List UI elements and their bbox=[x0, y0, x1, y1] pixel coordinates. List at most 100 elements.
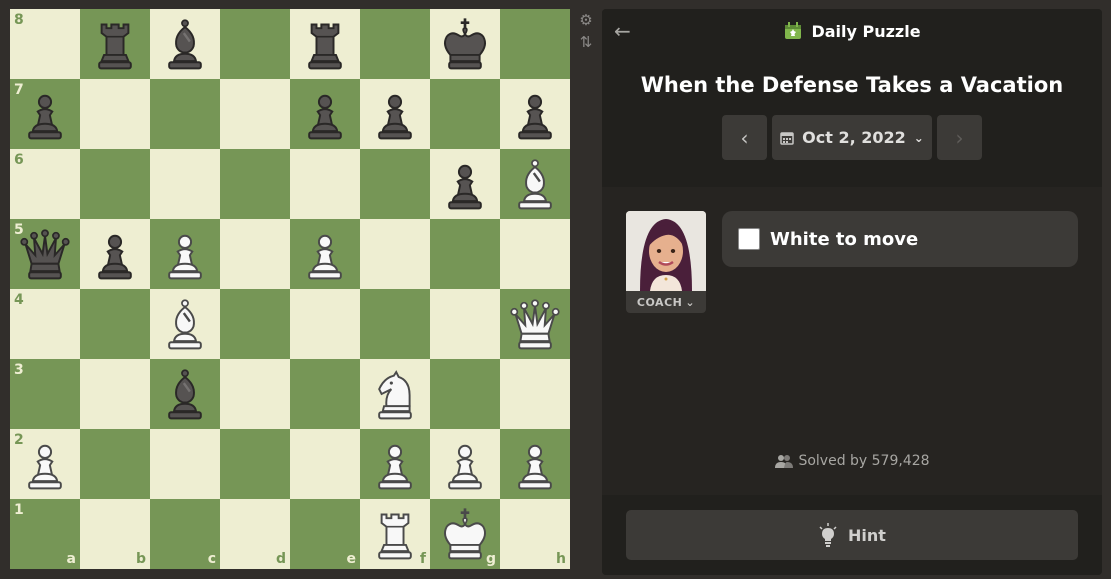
square-b6[interactable] bbox=[80, 149, 150, 219]
black-pawn-icon[interactable] bbox=[87, 226, 143, 282]
square-h5[interactable] bbox=[500, 219, 570, 289]
square-h8[interactable] bbox=[500, 9, 570, 79]
square-g8[interactable] bbox=[430, 9, 500, 79]
white-knight-icon[interactable] bbox=[367, 366, 423, 422]
white-pawn-icon[interactable] bbox=[507, 436, 563, 492]
square-a8[interactable]: 8 bbox=[10, 9, 80, 79]
white-queen-icon[interactable] bbox=[507, 296, 563, 352]
square-d6[interactable] bbox=[220, 149, 290, 219]
square-e2[interactable] bbox=[290, 429, 360, 499]
black-pawn-icon[interactable] bbox=[297, 86, 353, 142]
square-c3[interactable] bbox=[150, 359, 220, 429]
square-c6[interactable] bbox=[150, 149, 220, 219]
square-h6[interactable] bbox=[500, 149, 570, 219]
white-bishop-icon[interactable] bbox=[507, 156, 563, 212]
square-d4[interactable] bbox=[220, 289, 290, 359]
previous-puzzle-button[interactable]: ‹ bbox=[722, 115, 767, 160]
square-f2[interactable] bbox=[360, 429, 430, 499]
hint-button[interactable]: Hint bbox=[626, 510, 1078, 560]
square-g3[interactable] bbox=[430, 359, 500, 429]
square-d7[interactable] bbox=[220, 79, 290, 149]
black-pawn-icon[interactable] bbox=[437, 156, 493, 212]
square-h1[interactable]: h bbox=[500, 499, 570, 569]
white-bishop-icon[interactable] bbox=[157, 296, 213, 352]
square-e3[interactable] bbox=[290, 359, 360, 429]
white-pawn-icon[interactable] bbox=[17, 436, 73, 492]
square-b1[interactable]: b bbox=[80, 499, 150, 569]
white-pawn-icon[interactable] bbox=[157, 226, 213, 282]
square-h7[interactable] bbox=[500, 79, 570, 149]
square-b3[interactable] bbox=[80, 359, 150, 429]
square-f6[interactable] bbox=[360, 149, 430, 219]
square-e6[interactable] bbox=[290, 149, 360, 219]
square-g5[interactable] bbox=[430, 219, 500, 289]
square-e8[interactable] bbox=[290, 9, 360, 79]
white-pawn-icon[interactable] bbox=[367, 436, 423, 492]
square-a6[interactable]: 6 bbox=[10, 149, 80, 219]
square-g6[interactable] bbox=[430, 149, 500, 219]
square-f7[interactable] bbox=[360, 79, 430, 149]
square-c4[interactable] bbox=[150, 289, 220, 359]
square-b2[interactable] bbox=[80, 429, 150, 499]
black-bishop-icon[interactable] bbox=[157, 16, 213, 72]
next-puzzle-button[interactable]: › bbox=[937, 115, 982, 160]
square-b4[interactable] bbox=[80, 289, 150, 359]
settings-gear-icon[interactable]: ⚙ bbox=[578, 12, 594, 28]
black-pawn-icon[interactable] bbox=[367, 86, 423, 142]
square-d3[interactable] bbox=[220, 359, 290, 429]
white-rook-icon[interactable] bbox=[367, 506, 423, 562]
square-e7[interactable] bbox=[290, 79, 360, 149]
daily-puzzle-icon bbox=[785, 22, 802, 39]
square-f1[interactable]: f bbox=[360, 499, 430, 569]
date-picker-button[interactable]: Oct 2, 2022 ⌄ bbox=[772, 115, 932, 160]
square-h3[interactable] bbox=[500, 359, 570, 429]
square-g1[interactable]: g bbox=[430, 499, 500, 569]
square-f4[interactable] bbox=[360, 289, 430, 359]
coach-avatar[interactable] bbox=[626, 211, 706, 291]
black-bishop-icon[interactable] bbox=[157, 366, 213, 422]
white-pawn-icon[interactable] bbox=[297, 226, 353, 282]
square-e4[interactable] bbox=[290, 289, 360, 359]
square-d8[interactable] bbox=[220, 9, 290, 79]
square-g2[interactable] bbox=[430, 429, 500, 499]
square-a1[interactable]: 1a bbox=[10, 499, 80, 569]
square-d5[interactable] bbox=[220, 219, 290, 289]
square-d2[interactable] bbox=[220, 429, 290, 499]
chess-board[interactable]: 8 7 6 5 4 3 2 1 a b c d e f g h bbox=[10, 9, 570, 569]
square-e5[interactable] bbox=[290, 219, 360, 289]
square-e1[interactable]: e bbox=[290, 499, 360, 569]
square-b7[interactable] bbox=[80, 79, 150, 149]
flip-board-icon[interactable]: ⇅ bbox=[578, 34, 594, 50]
square-g4[interactable] bbox=[430, 289, 500, 359]
square-a2[interactable]: 2 bbox=[10, 429, 80, 499]
black-pawn-icon[interactable] bbox=[17, 86, 73, 142]
square-a7[interactable]: 7 bbox=[10, 79, 80, 149]
square-b8[interactable] bbox=[80, 9, 150, 79]
black-king-icon[interactable] bbox=[437, 16, 493, 72]
square-a5[interactable]: 5 bbox=[10, 219, 80, 289]
square-c8[interactable] bbox=[150, 9, 220, 79]
square-a3[interactable]: 3 bbox=[10, 359, 80, 429]
black-pawn-icon[interactable] bbox=[507, 86, 563, 142]
square-d1[interactable]: d bbox=[220, 499, 290, 569]
square-b5[interactable] bbox=[80, 219, 150, 289]
square-c1[interactable]: c bbox=[150, 499, 220, 569]
square-f8[interactable] bbox=[360, 9, 430, 79]
file-label: e bbox=[346, 551, 357, 567]
black-queen-icon[interactable] bbox=[17, 226, 73, 282]
square-h2[interactable] bbox=[500, 429, 570, 499]
square-c5[interactable] bbox=[150, 219, 220, 289]
white-pawn-icon[interactable] bbox=[437, 436, 493, 492]
coach-dropdown-button[interactable]: COACH ⌄ bbox=[626, 291, 706, 313]
square-h4[interactable] bbox=[500, 289, 570, 359]
square-a4[interactable]: 4 bbox=[10, 289, 80, 359]
rank-label: 3 bbox=[14, 362, 24, 378]
white-king-icon[interactable] bbox=[437, 506, 493, 562]
black-rook-icon[interactable] bbox=[87, 16, 143, 72]
square-c2[interactable] bbox=[150, 429, 220, 499]
square-c7[interactable] bbox=[150, 79, 220, 149]
black-rook-icon[interactable] bbox=[297, 16, 353, 72]
square-g7[interactable] bbox=[430, 79, 500, 149]
square-f3[interactable] bbox=[360, 359, 430, 429]
square-f5[interactable] bbox=[360, 219, 430, 289]
